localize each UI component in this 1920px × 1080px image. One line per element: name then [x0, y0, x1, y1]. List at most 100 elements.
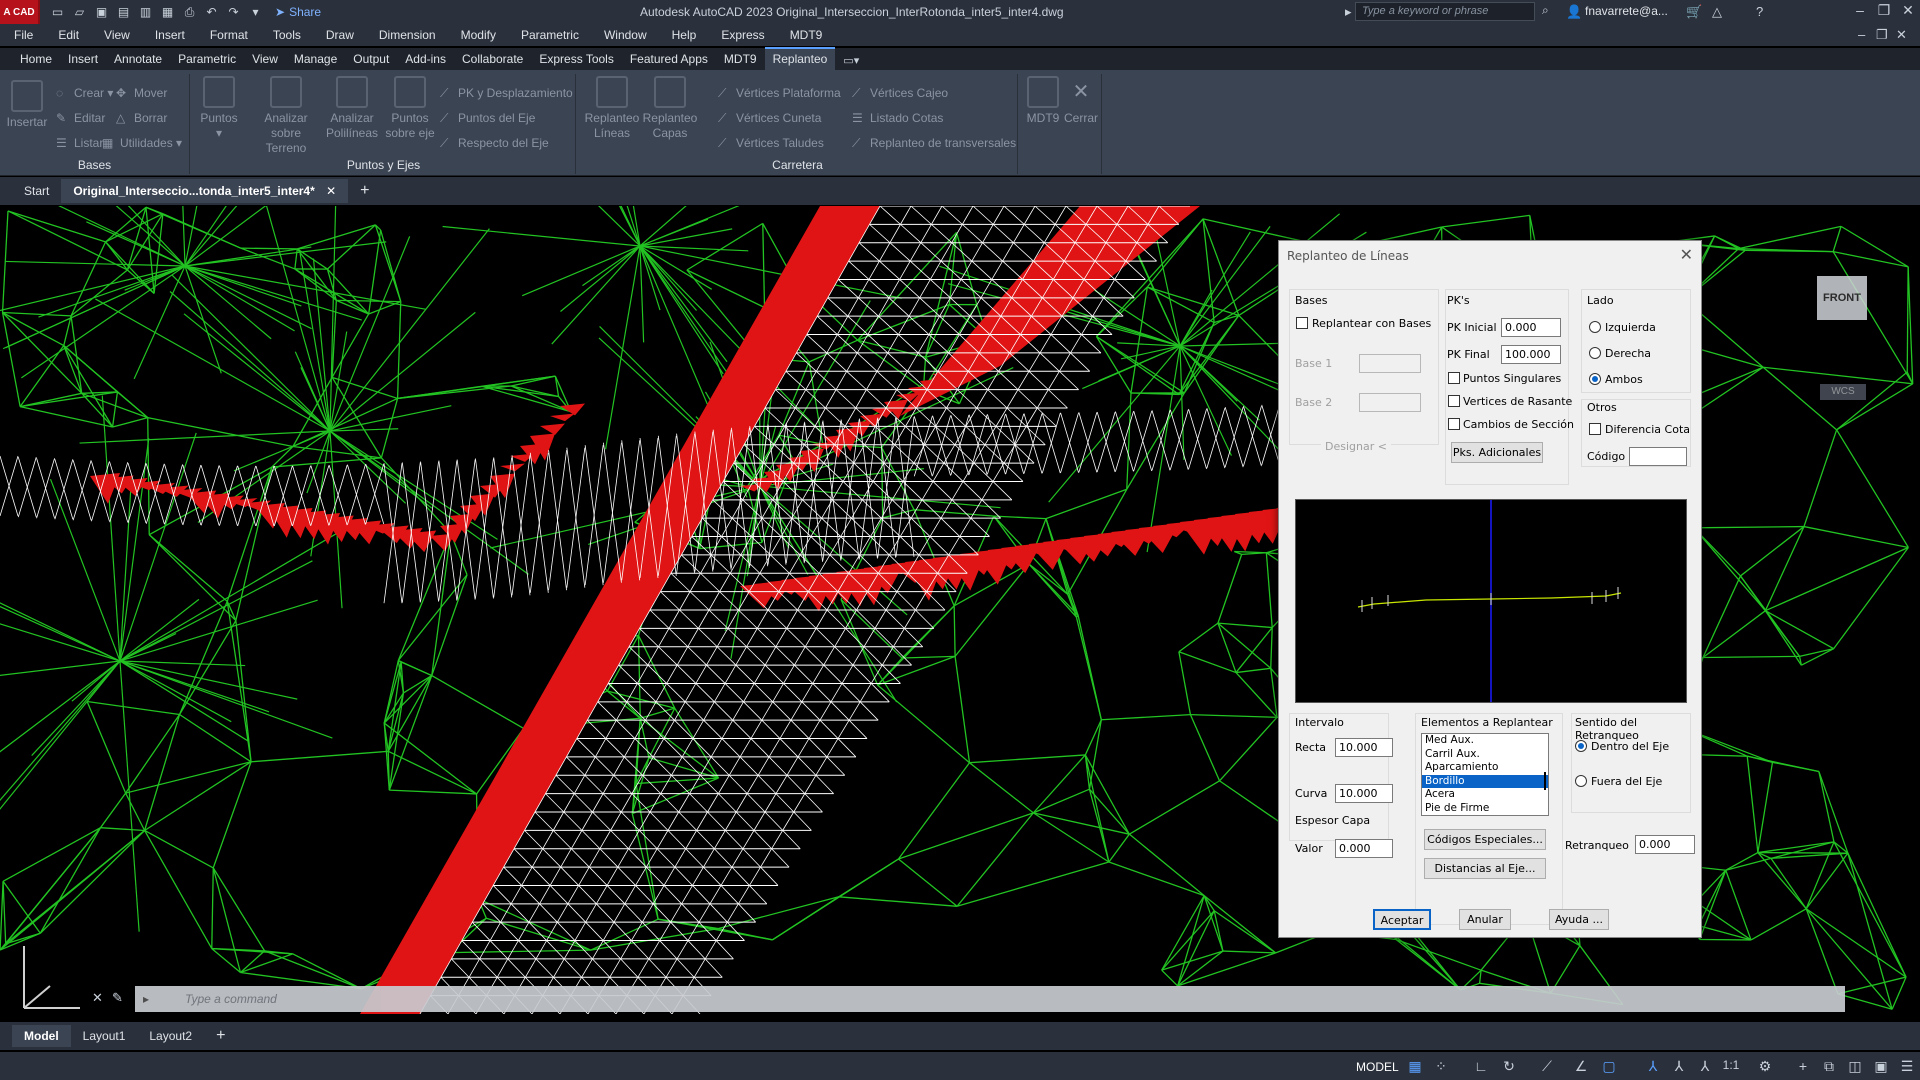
vertices-cuneta-button[interactable]: ⟋ Vértices Cuneta [718, 111, 821, 126]
recta-field[interactable]: 10.000 [1335, 738, 1393, 757]
doc-minimize-icon[interactable]: – [1858, 27, 1865, 42]
cerrar-button[interactable]: ✕ Cerrar [1062, 76, 1100, 126]
cmdline-customize-icon[interactable]: ✎ [112, 990, 123, 1006]
undo-icon[interactable]: ↶ [204, 5, 219, 19]
tab-insert[interactable]: Insert [60, 49, 106, 70]
valor-field[interactable]: 0.000 [1335, 839, 1393, 858]
tab-layout1[interactable]: Layout1 [71, 1025, 138, 1047]
customization-menu-icon[interactable]: ☰ [1898, 1058, 1916, 1075]
viewcube-front-face[interactable]: FRONT [1817, 276, 1867, 320]
menu-window[interactable]: Window [604, 28, 647, 42]
diferencia-cota-checkbox[interactable] [1589, 423, 1601, 435]
tab-layout2[interactable]: Layout2 [137, 1025, 204, 1047]
dialog-close-icon[interactable]: ✕ [1680, 245, 1693, 264]
snap-icon[interactable]: ⁘ [1432, 1058, 1450, 1075]
analizar-polilineas-button[interactable]: Analizar Polilíneas [324, 76, 380, 141]
vertices-taludes-button[interactable]: ⟋ Vértices Taludes [718, 136, 824, 151]
menu-view[interactable]: View [104, 28, 130, 42]
puntos-button[interactable]: Puntos ▾ [198, 76, 240, 141]
osnap-tracking-icon[interactable]: ∠ [1572, 1058, 1590, 1075]
listar-button[interactable]: ☰ Listar [56, 136, 103, 150]
listado-cotas-button[interactable]: ☰ Listado Cotas [852, 111, 943, 125]
distancias-eje-button[interactable]: Distancias al Eje... [1424, 858, 1546, 879]
menu-file[interactable]: File [14, 28, 33, 42]
menu-dimension[interactable]: Dimension [379, 28, 436, 42]
fuera-eje-radio[interactable] [1575, 775, 1587, 787]
polar-icon[interactable]: ↻ [1500, 1058, 1518, 1075]
menu-edit[interactable]: Edit [58, 28, 79, 42]
menu-express[interactable]: Express [721, 28, 764, 42]
menu-tools[interactable]: Tools [273, 28, 301, 42]
save-as-icon[interactable]: ▤ [116, 5, 131, 19]
list-item[interactable]: Aparcamiento [1422, 761, 1548, 775]
workspace-gear-icon[interactable]: ⚙ [1756, 1058, 1774, 1075]
replantear-con-bases-checkbox[interactable] [1296, 317, 1308, 329]
cmdline-close-icon[interactable]: ✕ [92, 990, 103, 1006]
menu-draw[interactable]: Draw [326, 28, 354, 42]
units-icon[interactable]: ⧉ [1820, 1058, 1838, 1075]
borrar-button[interactable]: △ Borrar [116, 111, 167, 125]
vertices-cajeo-button[interactable]: ⟋ Vértices Cajeo [852, 86, 948, 101]
list-item[interactable]: Pie de Firme [1422, 802, 1548, 816]
model-space-toggle[interactable]: MODEL [1356, 1060, 1399, 1074]
clean-screen-icon[interactable]: ▣ [1872, 1058, 1890, 1075]
ayuda-button[interactable]: Ayuda ... [1549, 909, 1609, 930]
vertices-plataforma-button[interactable]: ⟋ Vértices Plataforma [718, 86, 841, 101]
new-icon[interactable]: ▭ [50, 5, 65, 19]
vertices-rasante-checkbox[interactable] [1448, 395, 1460, 407]
tab-start[interactable]: Start [12, 179, 61, 203]
tab-current-drawing[interactable]: Original_Interseccio...tonda_inter5_inte… [61, 179, 349, 203]
menu-help[interactable]: Help [672, 28, 697, 42]
add-layout-icon[interactable]: + [204, 1023, 237, 1049]
base2-field[interactable] [1359, 393, 1421, 412]
tab-manage[interactable]: Manage [286, 49, 345, 70]
auto-scale-icon[interactable]: ⅄ [1670, 1058, 1688, 1075]
isolate-objects-icon[interactable]: ◫ [1846, 1058, 1864, 1075]
tab-add-ins[interactable]: Add-ins [397, 49, 454, 70]
editar-button[interactable]: ✎ Editar [56, 111, 105, 125]
list-item[interactable]: Acera [1422, 788, 1548, 802]
pk-desplazamiento-button[interactable]: ⟋ PK y Desplazamiento [440, 86, 573, 101]
search-input[interactable]: Type a keyword or phrase [1355, 2, 1535, 21]
annotation-visibility-icon[interactable]: ⅄ [1644, 1058, 1662, 1075]
list-item[interactable]: Med Aux. [1422, 734, 1548, 748]
mover-button[interactable]: ✥ Mover [116, 86, 167, 100]
tab-replanteo[interactable]: Replanteo [764, 47, 836, 70]
tab-annotate[interactable]: Annotate [106, 49, 170, 70]
ortho-icon[interactable]: ∟ [1472, 1058, 1490, 1074]
plot-icon[interactable]: ⎙ [182, 5, 197, 19]
menu-format[interactable]: Format [210, 28, 248, 42]
list-item-selected[interactable]: Bordillo [1422, 774, 1548, 788]
replanteo-lineas-button[interactable]: Replanteo Líneas [584, 76, 640, 141]
user-icon[interactable]: 👤 [1566, 4, 1582, 20]
ribbon-display-toggle-icon[interactable]: ▭▾ [835, 51, 867, 70]
command-line[interactable]: ▸ Type a command [135, 986, 1845, 1012]
tab-home[interactable]: Home [12, 49, 60, 70]
help-icon[interactable]: ? [1756, 4, 1763, 19]
close-tab-icon[interactable]: ✕ [326, 184, 336, 198]
list-scrollbar[interactable] [1544, 772, 1546, 790]
tab-featured-apps[interactable]: Featured Apps [622, 49, 716, 70]
respecto-eje-button[interactable]: ⟋ Respecto del Eje [440, 136, 549, 151]
user-name[interactable]: fnavarrete@a... [1585, 4, 1668, 18]
new-tab-icon[interactable]: + [348, 177, 381, 205]
annotation-monitor-icon[interactable]: + [1794, 1058, 1812, 1074]
minimize-icon[interactable]: – [1848, 2, 1872, 18]
cambios-seccion-checkbox[interactable] [1448, 418, 1460, 430]
tab-express-tools[interactable]: Express Tools [531, 49, 621, 70]
open-web-icon[interactable]: ▥ [138, 5, 153, 19]
codigos-especiales-button[interactable]: Códigos Especiales... [1424, 829, 1546, 850]
close-icon[interactable]: ✕ [1896, 2, 1920, 19]
open-icon[interactable]: ▱ [72, 5, 87, 19]
puntos-singulares-checkbox[interactable] [1448, 372, 1460, 384]
pks-adicionales-button[interactable]: Pks. Adicionales [1451, 442, 1543, 463]
annotation-scale-icon[interactable]: ⅄ [1696, 1058, 1714, 1075]
tab-mdt9[interactable]: MDT9 [716, 49, 765, 70]
tab-view[interactable]: View [244, 49, 286, 70]
grid-icon[interactable]: ▦ [1406, 1058, 1424, 1075]
viewcube[interactable]: FRONT WCS [1790, 266, 1880, 400]
ambos-radio[interactable] [1589, 373, 1601, 385]
app-menu-button[interactable]: A CAD [0, 0, 40, 24]
save-web-icon[interactable]: ▦ [160, 5, 175, 19]
menu-modify[interactable]: Modify [461, 28, 496, 42]
